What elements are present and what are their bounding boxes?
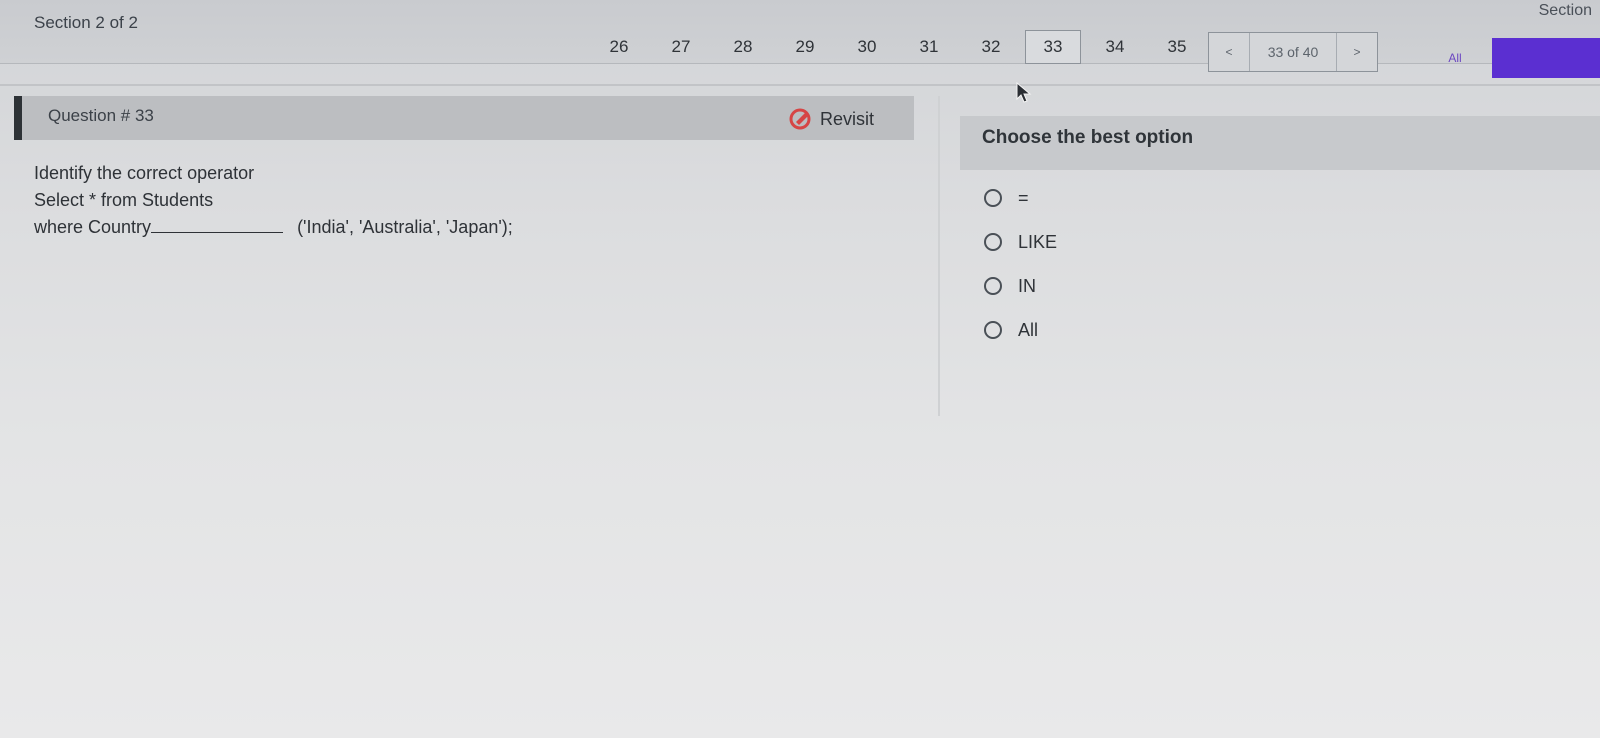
filter-all-button[interactable]: All bbox=[1418, 38, 1492, 78]
options-header: Choose the best option bbox=[960, 116, 1600, 170]
header-divider bbox=[0, 84, 1600, 86]
question-number-27[interactable]: 27 bbox=[650, 37, 712, 57]
question-line-1: Identify the correct operator bbox=[34, 163, 255, 183]
question-header: Question # 33 Revisit bbox=[14, 96, 914, 140]
section-label: Section 2 of 2 bbox=[34, 13, 138, 32]
option-label: IN bbox=[1018, 275, 1036, 296]
option-in[interactable]: IN bbox=[984, 264, 1057, 308]
question-number-34[interactable]: 34 bbox=[1084, 37, 1146, 57]
revisit-flag-icon bbox=[788, 108, 814, 130]
radio-button[interactable] bbox=[984, 277, 1002, 295]
options-list: = LIKE IN All bbox=[984, 176, 1057, 352]
exam-page: Section 2 of 2 Section 26 27 28 29 30 31… bbox=[0, 0, 1600, 738]
section-dropdown[interactable]: Section bbox=[1539, 2, 1592, 20]
question-number-30[interactable]: 30 bbox=[836, 37, 898, 57]
question-number-28[interactable]: 28 bbox=[712, 37, 774, 57]
accent-bar bbox=[1492, 38, 1600, 78]
question-body: Identify the correct operator Select * f… bbox=[34, 160, 513, 241]
revisit-button[interactable]: Revisit bbox=[788, 108, 874, 130]
question-number-33-current[interactable]: 33 bbox=[1025, 30, 1081, 64]
pager-status: 33 of 40 bbox=[1249, 33, 1337, 71]
question-number-35[interactable]: 35 bbox=[1146, 37, 1208, 57]
option-like[interactable]: LIKE bbox=[984, 220, 1057, 264]
radio-button[interactable] bbox=[984, 321, 1002, 339]
question-line-3: where Country ('India', 'Australia', 'Jap… bbox=[34, 214, 513, 241]
option-label: All bbox=[1018, 319, 1039, 340]
question-number-29[interactable]: 29 bbox=[774, 37, 836, 57]
question-number-strip: 26 27 28 29 30 31 32 33 34 35 bbox=[588, 30, 1208, 64]
option-label: LIKE bbox=[1018, 231, 1058, 252]
pager-next-button[interactable]: > bbox=[1337, 33, 1377, 71]
option-equals[interactable]: = bbox=[984, 176, 1057, 220]
question-number-26[interactable]: 26 bbox=[588, 37, 650, 57]
top-bar: Section 2 of 2 Section 26 27 28 29 30 31… bbox=[0, 0, 1600, 72]
question-number-32[interactable]: 32 bbox=[960, 37, 1022, 57]
option-all[interactable]: All bbox=[984, 308, 1057, 352]
question-title: Question # 33 bbox=[48, 106, 154, 125]
options-heading: Choose the best option bbox=[982, 127, 1194, 148]
question-line-3-prefix: where Country bbox=[34, 217, 152, 237]
answer-blank bbox=[151, 215, 284, 233]
radio-button[interactable] bbox=[984, 189, 1002, 207]
question-number-31[interactable]: 31 bbox=[898, 37, 960, 57]
revisit-label: Revisit bbox=[820, 108, 875, 129]
panel-divider bbox=[938, 96, 940, 416]
question-pager: < 33 of 40 > bbox=[1208, 32, 1378, 72]
pager-prev-button[interactable]: < bbox=[1209, 33, 1249, 71]
mouse-pointer-icon bbox=[1016, 82, 1032, 103]
radio-button[interactable] bbox=[984, 233, 1002, 251]
option-label: = bbox=[1018, 187, 1029, 208]
question-line-3-suffix: ('India', 'Australia', 'Japan'); bbox=[297, 217, 513, 237]
question-line-2: Select * from Students bbox=[34, 190, 214, 210]
